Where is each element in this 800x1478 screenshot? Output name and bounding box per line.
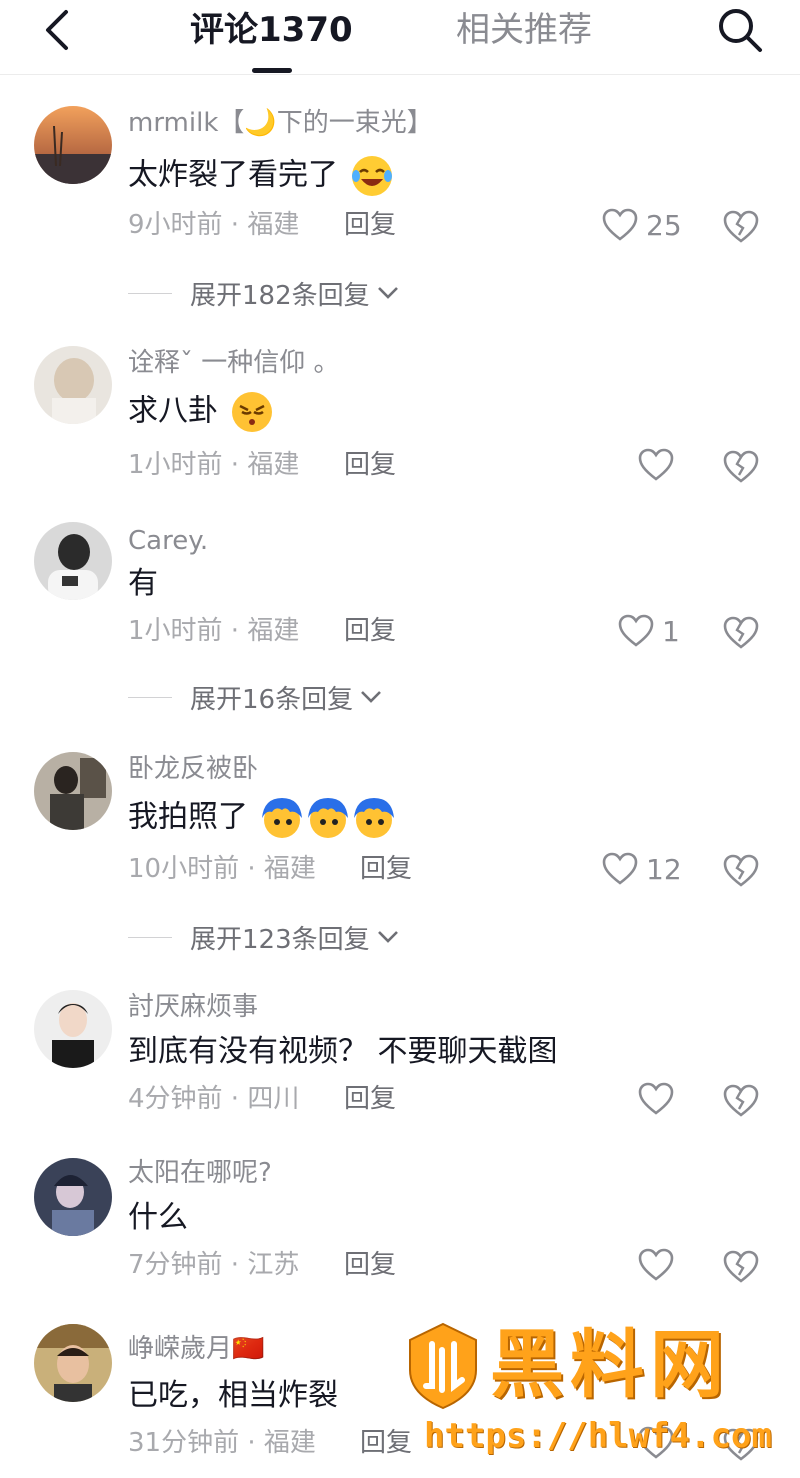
heart-icon [618, 614, 654, 647]
reply-button[interactable]: 回复 [344, 448, 396, 482]
comment-text: 太炸裂了看完了 [128, 154, 394, 198]
reply-button[interactable]: 回复 [344, 1082, 396, 1116]
comment-text: 求八卦 [128, 390, 274, 434]
comment-username[interactable]: 峥嵘歲月🇨🇳 [128, 1332, 264, 1366]
active-tab-indicator [252, 68, 292, 73]
like-count: 1 [662, 614, 680, 648]
curious-face-emoji-icon [231, 392, 272, 432]
comment-meta: 1小时前 · 福建 [128, 450, 300, 480]
heart-icon [638, 1248, 674, 1281]
broken-heart-icon[interactable] [722, 852, 760, 890]
expand-replies[interactable]: 展开123条回复 [128, 920, 400, 955]
chevron-down-icon [377, 287, 398, 299]
broken-heart-icon[interactable] [722, 1082, 760, 1120]
comment-meta: 7分钟前 · 江苏 [128, 1250, 300, 1280]
avatar[interactable] [34, 106, 112, 184]
top-bar: 评论1370 相关推荐 [0, 0, 800, 75]
divider [128, 936, 172, 938]
comment-meta: 9小时前 · 福建 [128, 210, 300, 240]
comment-meta: 1小时前 · 福建 [128, 616, 300, 646]
heart-icon [638, 1082, 674, 1115]
broken-heart-icon[interactable] [722, 448, 760, 486]
like-button[interactable]: 1 [618, 612, 680, 650]
back-arrow-icon[interactable] [38, 6, 78, 54]
avatar[interactable] [34, 752, 112, 830]
divider [128, 696, 172, 698]
divider [128, 292, 172, 294]
blue-hair-face-emoji-icon [353, 798, 394, 838]
blue-hair-face-emoji-icon [307, 798, 348, 838]
like-button[interactable]: 12 [602, 850, 682, 888]
heart-icon [638, 448, 674, 481]
chevron-down-icon [361, 691, 382, 703]
like-button[interactable] [638, 1080, 674, 1118]
comment-text: 已吃，相当炸裂 [128, 1378, 338, 1413]
avatar[interactable] [34, 990, 112, 1068]
heart-icon [602, 852, 638, 885]
tab-related-recommend[interactable]: 相关推荐 [456, 8, 592, 52]
broken-heart-icon[interactable] [722, 208, 760, 246]
broken-heart-icon[interactable] [722, 614, 760, 652]
broken-heart-icon[interactable] [722, 1248, 760, 1286]
tab-comments[interactable]: 评论1370 [190, 8, 353, 52]
reply-button[interactable]: 回复 [360, 852, 412, 886]
comment-text: 有 [128, 566, 158, 601]
comment-text: 什么 [128, 1200, 188, 1235]
comment-username[interactable]: mrmilk【🌙下的一束光】 [128, 106, 433, 140]
expand-replies[interactable]: 展开182条回复 [128, 276, 400, 311]
laughing-crying-emoji-icon [351, 156, 392, 196]
chevron-down-icon [377, 931, 398, 943]
comment-username[interactable]: 卧龙反被卧 [128, 752, 258, 786]
like-count: 12 [646, 852, 682, 886]
watermark-logo-icon [409, 1322, 477, 1410]
heart-icon [602, 208, 638, 241]
comment-username[interactable]: 討厌麻烦事 [128, 990, 258, 1024]
expand-replies[interactable]: 展开16条回复 [128, 680, 383, 715]
like-button[interactable] [638, 1246, 674, 1284]
watermark-url: https://hlwf4.com [424, 1416, 772, 1456]
like-button[interactable]: 25 [602, 206, 682, 244]
reply-button[interactable]: 回复 [344, 1248, 396, 1282]
comment-text: 到底有没有视频？ 不要聊天截图 [128, 1034, 558, 1069]
avatar[interactable] [34, 346, 112, 424]
search-icon[interactable] [714, 4, 766, 56]
comment-text: 我拍照了 [128, 796, 396, 840]
reply-button[interactable]: 回复 [344, 208, 396, 242]
comment-username[interactable]: Carey. [128, 524, 208, 558]
reply-button[interactable]: 回复 [344, 614, 396, 648]
watermark-title: 黑料网 [490, 1322, 730, 1408]
comment-username[interactable]: 诠释ˇ 一种信仰 。 [128, 346, 340, 380]
comment-username[interactable]: 太阳在哪呢? [128, 1156, 272, 1190]
blue-hair-face-emoji-icon [261, 798, 302, 838]
avatar[interactable] [34, 1158, 112, 1236]
comment-meta: 31分钟前 · 福建 [128, 1428, 316, 1458]
comment-meta: 10小时前 · 福建 [128, 854, 316, 884]
avatar[interactable] [34, 522, 112, 600]
like-count: 25 [646, 208, 682, 242]
like-button[interactable] [638, 446, 674, 484]
avatar[interactable] [34, 1324, 112, 1402]
site-watermark: 黑料网 https://hlwf4.com [404, 1320, 800, 1478]
comment-meta: 4分钟前 · 四川 [128, 1084, 300, 1114]
